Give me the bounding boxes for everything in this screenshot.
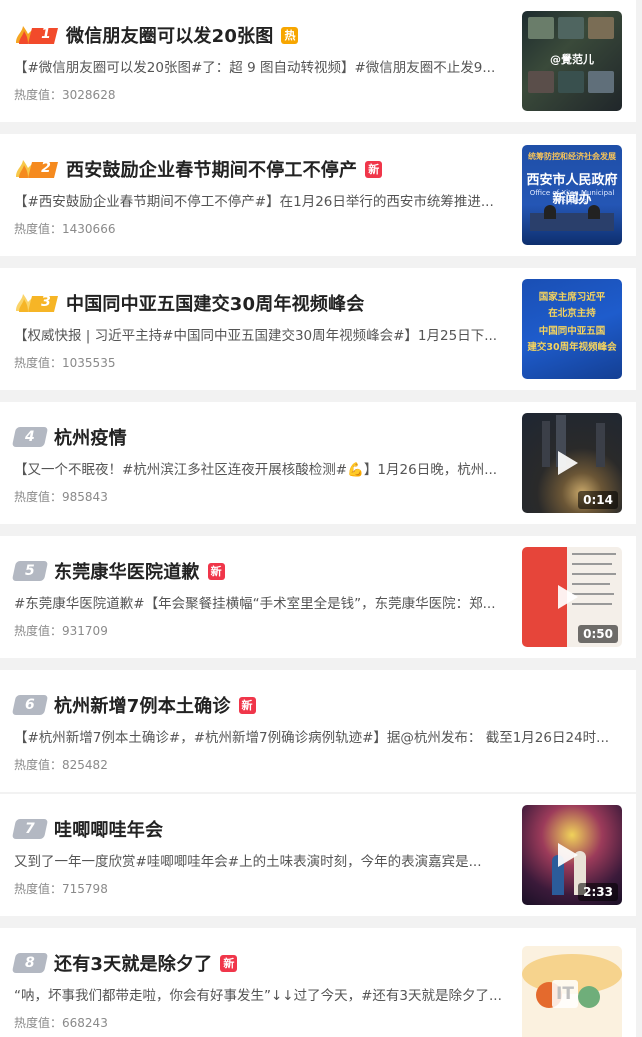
item-thumbnail[interactable]: 统筹防控和经济社会发展 西安市人民政府新闻办 Office of Xi'an M… (522, 145, 622, 245)
list-item[interactable]: 3 中国同中亚五国建交30周年视频峰会 【权威快报 | 习近平主持#中国同中亚五… (0, 268, 636, 390)
item-title[interactable]: 杭州疫情 (54, 424, 127, 450)
thumb-caption: @覺范儿 (550, 53, 594, 66)
rank-badge: 2 (14, 157, 58, 181)
rank-number: 4 (25, 429, 35, 445)
rank-badge: 7 (11, 819, 49, 839)
rank-number: 2 (41, 160, 51, 176)
rank-number: 6 (25, 697, 35, 713)
item-summary[interactable]: 又到了一年一度欣赏#哇唧唧哇年会#上的土味表演时刻，今年的表演嘉宾是... (14, 850, 504, 870)
item-summary[interactable]: 【权威快报 | 习近平主持#中国同中亚五国建交30周年视频峰会#】1月25日下.… (14, 324, 504, 344)
title-row: 4 杭州疫情 (11, 424, 127, 450)
item-thumbnail[interactable]: 国家主席习近平 在北京主持 中国同中亚五国 建交30周年视频峰会 (522, 279, 622, 379)
heat-value: 热度值：985843 (14, 490, 108, 504)
heat-value: 热度值：1035535 (14, 356, 116, 370)
item-title[interactable]: 中国同中亚五国建交30周年视频峰会 (66, 290, 364, 316)
rank-badge: 4 (11, 427, 49, 447)
heat-value: 热度值：668243 (14, 1016, 108, 1030)
title-row: 1 微信朋友圈可以发20张图 热 (14, 22, 299, 48)
play-icon (558, 451, 578, 475)
hot-tag: 热 (281, 26, 299, 44)
hot-search-list: 1 微信朋友圈可以发20张图 热 【#微信朋友圈可以发20张图#了：超 9 图自… (0, 0, 642, 1037)
title-row: 7 哇唧唧哇年会 (11, 816, 163, 842)
item-summary[interactable]: 【#西安鼓励企业春节期间不停工不停产#】在1月26日举行的西安市统筹推进... (14, 190, 504, 210)
item-title[interactable]: 杭州新增7例本土确诊 (54, 692, 231, 718)
video-thumbnail[interactable]: 0:14 (522, 413, 622, 513)
rank-number: 5 (25, 563, 35, 579)
list-item[interactable]: 8 还有3天就是除夕了 新 “呐，坏事我们都带走啦，你会有好事发生”↓↓过了今天… (0, 928, 636, 1037)
video-duration: 2:33 (578, 883, 618, 901)
title-row: 2 西安鼓励企业春节期间不停工不停产 新 (14, 156, 383, 182)
heat-value: 热度值：825482 (14, 758, 108, 772)
item-summary[interactable]: “呐，坏事我们都带走啦，你会有好事发生”↓↓过了今天，#还有3天就是除夕了... (14, 984, 504, 1004)
video-thumbnail[interactable]: 0:50 (522, 547, 622, 647)
heat-value: 热度值：715798 (14, 882, 108, 896)
rank-badge: 8 (11, 953, 49, 973)
rank-badge: 1 (14, 23, 58, 47)
item-summary[interactable]: 【#微信朋友圈可以发20张图#了：超 9 图自动转视频】#微信朋友圈不止发9..… (14, 56, 504, 76)
new-tag: 新 (365, 160, 383, 178)
item-summary[interactable]: #东莞康华医院道歉#【年会聚餐挂横幅“手术室里全是钱”，东莞康华医院：郑... (14, 592, 504, 612)
rank-badge: 3 (14, 291, 58, 315)
rank-number: 1 (41, 26, 51, 42)
heat-value: 热度值：3028628 (14, 88, 116, 102)
play-icon (558, 585, 578, 609)
list-item[interactable]: 1 微信朋友圈可以发20张图 热 【#微信朋友圈可以发20张图#了：超 9 图自… (0, 0, 636, 122)
new-tag: 新 (220, 954, 238, 972)
video-thumbnail[interactable]: 2:33 (522, 805, 622, 905)
list-item[interactable]: 4 杭州疫情 【又一个不眠夜！#杭州滨江多社区连夜开展核酸检测#💪】1月26日晚… (0, 402, 636, 524)
rank-number: 8 (25, 955, 35, 971)
list-item[interactable]: 2 西安鼓励企业春节期间不停工不停产 新 【#西安鼓励企业春节期间不停工不停产#… (0, 134, 636, 256)
title-row: 8 还有3天就是除夕了 新 (11, 950, 238, 976)
new-tag: 新 (238, 696, 256, 714)
video-duration: 0:50 (578, 625, 618, 643)
rank-badge: 5 (11, 561, 49, 581)
item-title[interactable]: 还有3天就是除夕了 (54, 950, 212, 976)
item-title[interactable]: 微信朋友圈可以发20张图 (66, 22, 273, 48)
item-title[interactable]: 哇唧唧哇年会 (54, 816, 163, 842)
rank-badge: 6 (11, 695, 49, 715)
title-row: 3 中国同中亚五国建交30周年视频峰会 (14, 290, 364, 316)
new-tag: 新 (207, 562, 225, 580)
item-summary[interactable]: 【又一个不眠夜！#杭州滨江多社区连夜开展核酸检测#💪】1月26日晚，杭州... (14, 458, 504, 478)
video-duration: 0:14 (578, 491, 618, 509)
title-row: 5 东莞康华医院道歉 新 (11, 558, 225, 584)
title-row: 6 杭州新增7例本土确诊 新 (11, 692, 256, 718)
item-thumbnail[interactable]: @覺范儿 (522, 11, 622, 111)
list-item[interactable]: 5 东莞康华医院道歉 新 #东莞康华医院道歉#【年会聚餐挂横幅“手术室里全是钱”… (0, 536, 636, 658)
heat-value: 热度值：931709 (14, 624, 108, 638)
rank-number: 7 (25, 821, 35, 837)
play-icon (558, 843, 578, 867)
watermark-logo: IT (552, 980, 578, 1008)
list-item[interactable]: 7 哇唧唧哇年会 又到了一年一度欣赏#哇唧唧哇年会#上的土味表演时刻，今年的表演… (0, 794, 636, 916)
list-item[interactable]: 6 杭州新增7例本土确诊 新 【#杭州新增7例本土确诊#，#杭州新增7例确诊病例… (0, 670, 636, 792)
heat-value: 热度值：1430666 (14, 222, 116, 236)
item-thumbnail[interactable]: IT (522, 946, 622, 1037)
item-summary[interactable]: 【#杭州新增7例本土确诊#，#杭州新增7例确诊病例轨迹#】据@杭州发布： 截至1… (14, 726, 614, 746)
item-title[interactable]: 西安鼓励企业春节期间不停工不停产 (66, 156, 357, 182)
rank-number: 3 (41, 294, 51, 310)
item-title[interactable]: 东莞康华医院道歉 (54, 558, 200, 584)
